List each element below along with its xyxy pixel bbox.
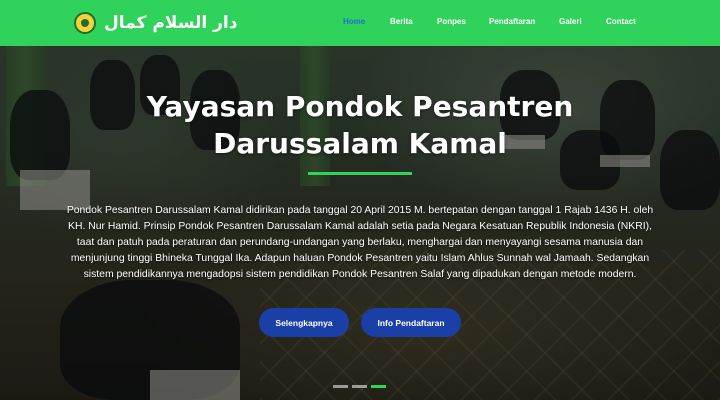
emblem-icon <box>74 12 96 34</box>
hero-title-line2: Darussalam Kamal <box>213 127 507 160</box>
hero-description: Pondok Pesantren Darussalam Kamal didiri… <box>66 205 654 280</box>
brand-arabic-text: دار السلام كمال <box>104 13 238 33</box>
hero-overlay <box>0 0 720 400</box>
hero-title-line1: Yayasan Pondok Pesantren <box>146 90 574 123</box>
carousel-dot-1[interactable] <box>333 385 348 388</box>
brand-logo[interactable]: دار السلام كمال <box>74 12 237 34</box>
nav-home[interactable]: Home <box>343 17 365 26</box>
nav-galeri[interactable]: Galeri <box>559 17 582 26</box>
top-navbar: دار السلام كمال Home Berita Ponpes Penda… <box>0 0 720 46</box>
nav-ponpes[interactable]: Ponpes <box>437 17 466 26</box>
selengkapnya-button[interactable]: Selengkapnya <box>259 308 349 337</box>
info-pendaftaran-button[interactable]: Info Pendaftaran <box>361 308 461 337</box>
carousel-indicators <box>333 385 386 388</box>
title-divider <box>308 172 412 175</box>
nav-berita[interactable]: Berita <box>390 17 413 26</box>
hero-background <box>0 0 720 400</box>
nav-contact[interactable]: Contact <box>606 17 636 26</box>
carousel-dot-3[interactable] <box>371 385 386 388</box>
carousel-dot-2[interactable] <box>352 385 367 388</box>
nav-pendaftaran[interactable]: Pendaftaran <box>489 17 535 26</box>
